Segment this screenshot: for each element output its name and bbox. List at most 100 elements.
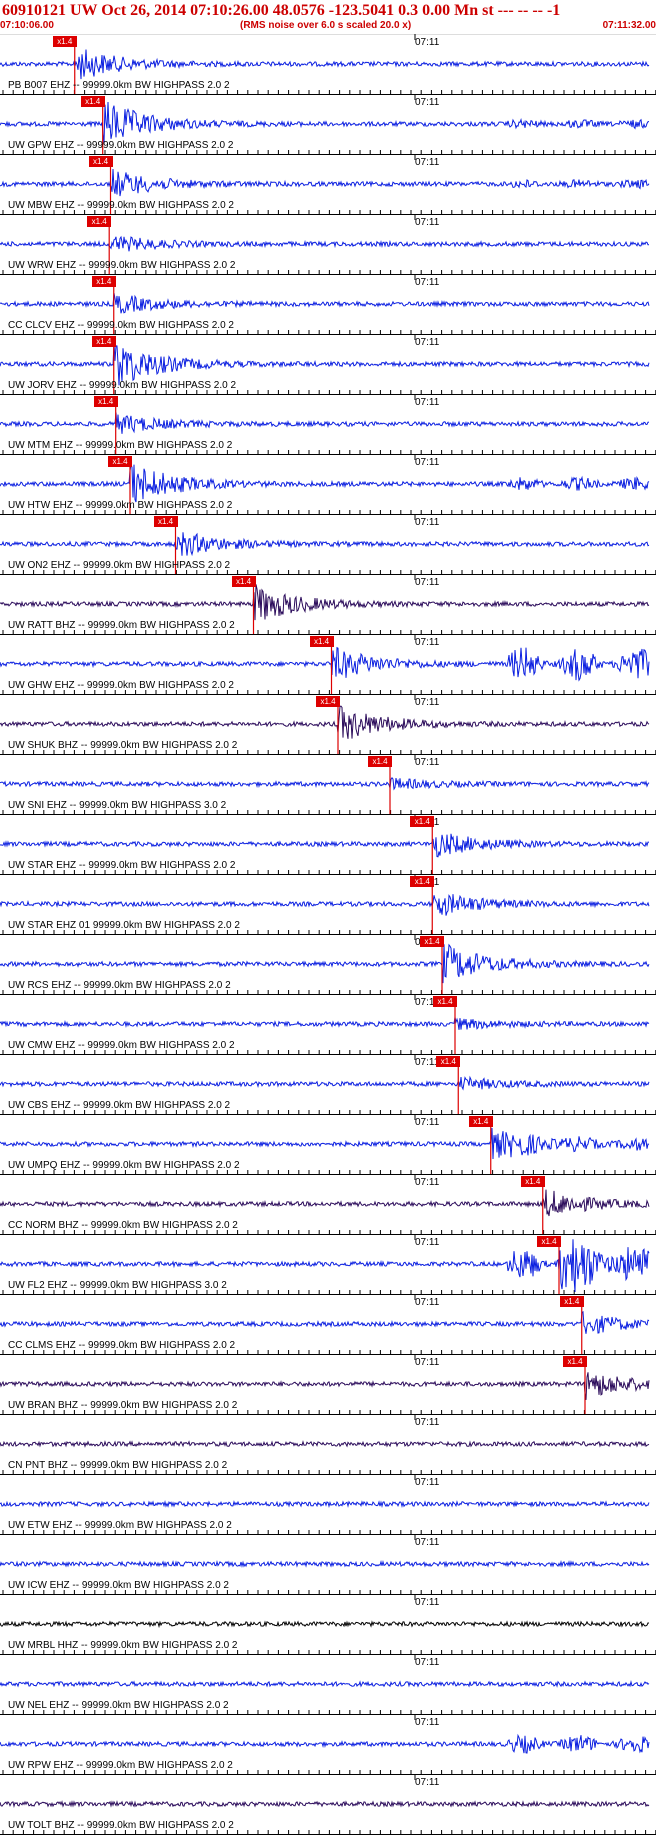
station-label: UW STAR EHZ -- 99999.0km BW HIGHPASS 2.0… xyxy=(8,860,236,871)
pick-flag: x1.4 xyxy=(468,1116,493,1127)
minute-tick-label: 07:11 xyxy=(415,277,440,288)
trace-panel: 07:11 UW GHW EHZ -- 99999.0km BW HIGHPASS… xyxy=(0,634,656,695)
trace-panel: 07:11 UW MBW EHZ -- 99999.0km BW HIGHPASS… xyxy=(0,154,656,215)
pick-flag: x1.4 xyxy=(559,1296,584,1307)
minute-tick-label: 07:11 xyxy=(415,517,440,528)
pick-flag: x1.4 xyxy=(231,576,256,587)
station-label: UW TOLT BHZ -- 99999.0km BW HIGHPASS 2.0… xyxy=(8,1820,234,1831)
waveform-trace xyxy=(0,1680,650,1688)
event-title: 60910121 UW Oct 26, 2014 07:10:26.00 48.… xyxy=(2,2,561,19)
record-header: 60910121 UW Oct 26, 2014 07:10:26.00 48.… xyxy=(0,0,656,35)
station-label: UW NEL EHZ -- 99999.0km BW HIGHPASS 2.0 … xyxy=(8,1700,229,1711)
station-label: UW HTW EHZ -- 99999.0km BW HIGHPASS 2.0 … xyxy=(8,500,233,511)
trace-panel: 07:11 UW ETW EHZ -- 99999.0km BW HIGHPASS… xyxy=(0,1474,656,1535)
minute-tick-label: 07:11 xyxy=(415,757,440,768)
minute-tick-label: 07:11 xyxy=(415,37,440,48)
station-label: UW CMW EHZ -- 99999.0km BW HIGHPASS 2.0 … xyxy=(8,1040,235,1051)
waveform-trace xyxy=(0,833,649,858)
station-label: UW MRBL HHZ -- 99999.0km BW HIGHPASS 2.0… xyxy=(8,1640,238,1651)
minute-tick-label: 07:11 xyxy=(415,1297,440,1308)
minute-tick-label: 07:11 xyxy=(415,157,440,168)
trace-panel: 07:11 UW CBS EHZ -- 99999.0km BW HIGHPASS… xyxy=(0,1054,656,1115)
minute-tick-label: 07:11 xyxy=(415,697,440,708)
station-label: CN PNT BHZ -- 99999.0km BW HIGHPASS 2.0 … xyxy=(8,1460,228,1471)
minute-tick-label: 07:11 xyxy=(415,1477,440,1488)
waveform-trace xyxy=(0,1189,650,1217)
trace-panel: 07:11 CC CLMS EHZ -- 99999.0km BW HIGHPAS… xyxy=(0,1294,656,1355)
pick-flag: x1.4 xyxy=(80,96,105,107)
station-label: UW GHW EHZ -- 99999.0km BW HIGHPASS 2.0 … xyxy=(8,680,234,691)
minute-tick-label: 07:11 xyxy=(415,1717,440,1728)
trace-panel: 07:11 UW CMW EHZ -- 99999.0km BW HIGHPASS… xyxy=(0,994,656,1055)
minute-tick-label: 07:11 xyxy=(415,637,440,648)
trace-panel: 07:11 UW ON2 EHZ -- 99999.0km BW HIGHPASS… xyxy=(0,514,656,575)
station-label: UW CBS EHZ -- 99999.0km BW HIGHPASS 2.0 … xyxy=(8,1100,231,1111)
station-label: UW UMPQ EHZ -- 99999.0km BW HIGHPASS 2.0… xyxy=(8,1160,240,1171)
trace-panel: 07:11UW STAR EHZ -- 99999.0km BW HIGHPAS… xyxy=(0,814,656,875)
station-label: CC CLMS EHZ -- 99999.0km BW HIGHPASS 2.0… xyxy=(8,1340,236,1351)
trace-panel: 07:11UW RCS EHZ -- 99999.0km BW HIGHPASS… xyxy=(0,934,656,995)
minute-tick-label: 07:11 xyxy=(415,1177,440,1188)
minute-tick-label: 07:11 xyxy=(415,217,440,228)
minute-tick-label: 07:11 xyxy=(415,1357,440,1368)
pick-flag: x1.4 xyxy=(410,876,435,887)
minute-tick-label: 07:11 xyxy=(415,1777,440,1788)
waveform-trace xyxy=(0,1559,650,1568)
trace-panel: 07:11 CC NORM BHZ -- 99999.0km BW HIGHPAS… xyxy=(0,1174,656,1235)
pick-flag: x1.4 xyxy=(153,516,178,527)
waveform-trace xyxy=(0,1440,650,1448)
minute-tick-label: 07:11 xyxy=(415,1237,440,1248)
trace-panel: 07:11 UW HTW EHZ -- 99999.0km BW HIGHPASS… xyxy=(0,454,656,515)
station-label: UW BRAN BHZ -- 99999.0km BW HIGHPASS 2.0… xyxy=(8,1400,238,1411)
trace-panel: 07:11 UW BRAN BHZ -- 99999.0km BW HIGHPAS… xyxy=(0,1354,656,1415)
trace-panel: 07:11 UW SHUK BHZ -- 99999.0km BW HIGHPAS… xyxy=(0,694,656,755)
trace-panel: 07:11 UW SNI EHZ -- 99999.0km BW HIGHPASS… xyxy=(0,754,656,815)
minute-tick-label: 07:11 xyxy=(415,577,440,588)
end-time-label: 07:11:32.00 xyxy=(602,20,656,31)
waveform-trace xyxy=(0,1620,650,1629)
minute-tick-label: 07:11 xyxy=(415,1597,440,1608)
minute-tick-label: 07:11 xyxy=(415,1117,440,1128)
trace-panel: 07:11 UW MRBL HHZ -- 99999.0km BW HIGHPAS… xyxy=(0,1594,656,1655)
waveform-trace xyxy=(0,1127,650,1160)
minute-tick-label: 07:11 xyxy=(415,397,440,408)
waveform-trace xyxy=(0,101,650,145)
trace-panel: 07:11 UW NEL EHZ -- 99999.0km BW HIGHPASS… xyxy=(0,1654,656,1715)
trace-panel: 07:11 CN PNT BHZ -- 99999.0km BW HIGHPASS… xyxy=(0,1414,656,1475)
station-label: UW STAR EHZ 01 99999.0km BW HIGHPASS 2.0… xyxy=(8,920,240,931)
trace-panel: 07:11 UW WRW EHZ -- 99999.0km BW HIGHPASS… xyxy=(0,214,656,275)
waveform-trace xyxy=(0,1500,650,1508)
waveform-trace xyxy=(0,1017,650,1030)
station-label: UW ON2 EHZ -- 99999.0km BW HIGHPASS 2.0 … xyxy=(8,560,231,571)
waveform-trace xyxy=(0,1800,650,1809)
pick-flag: x1.4 xyxy=(52,36,77,47)
pick-flag: x1.4 xyxy=(93,396,118,407)
waveform-trace xyxy=(0,1372,650,1400)
pick-flag: x1.4 xyxy=(520,1176,545,1187)
trace-panel: 07:11UW STAR EHZ 01 99999.0km BW HIGHPAS… xyxy=(0,874,656,935)
pick-flag: x1.4 xyxy=(537,1236,561,1247)
station-label: CC CLCV EHZ -- 99999.0km BW HIGHPASS 2.0… xyxy=(8,320,234,331)
start-time-label: 07:10:06.00 xyxy=(0,20,54,31)
waveform-trace xyxy=(0,342,650,386)
pick-flag: x1.4 xyxy=(108,456,132,467)
waveform-trace xyxy=(0,1310,650,1334)
trace-panel: 07:11 UW FL2 EHZ -- 99999.0km BW HIGHPASS… xyxy=(0,1234,656,1295)
trace-panel: 07:11 PB B007 EHZ -- 99999.0km BW HIGHPAS… xyxy=(0,34,656,95)
trace-panel: 07:11 CC CLCV EHZ -- 99999.0km BW HIGHPAS… xyxy=(0,274,656,335)
waveform-trace xyxy=(0,705,650,739)
pick-flag: x1.4 xyxy=(436,1056,461,1067)
minute-tick-label: 07:11 xyxy=(415,97,440,108)
minute-tick-label: 07:11 xyxy=(415,337,440,348)
pick-flag: x1.4 xyxy=(91,336,116,347)
waveform-trace xyxy=(0,293,650,314)
rms-scaling-note: (RMS noise over 6.0 s scaled 20.0 x) xyxy=(240,20,412,31)
minute-tick-label: 07:11 xyxy=(415,1657,440,1668)
pick-flag: x1.4 xyxy=(563,1356,587,1367)
trace-panel: 07:11 UW JORV EHZ -- 99999.0km BW HIGHPAS… xyxy=(0,334,656,395)
trace-panel: 07:11 UW GPW EHZ -- 99999.0km BW HIGHPASS… xyxy=(0,94,656,155)
waveform-trace xyxy=(0,462,650,503)
trace-panel: 07:11 UW MTM EHZ -- 99999.0km BW HIGHPASS… xyxy=(0,394,656,455)
station-label: UW WRW EHZ -- 99999.0km BW HIGHPASS 2.0 … xyxy=(8,260,236,271)
pick-flag: x1.4 xyxy=(410,816,435,827)
